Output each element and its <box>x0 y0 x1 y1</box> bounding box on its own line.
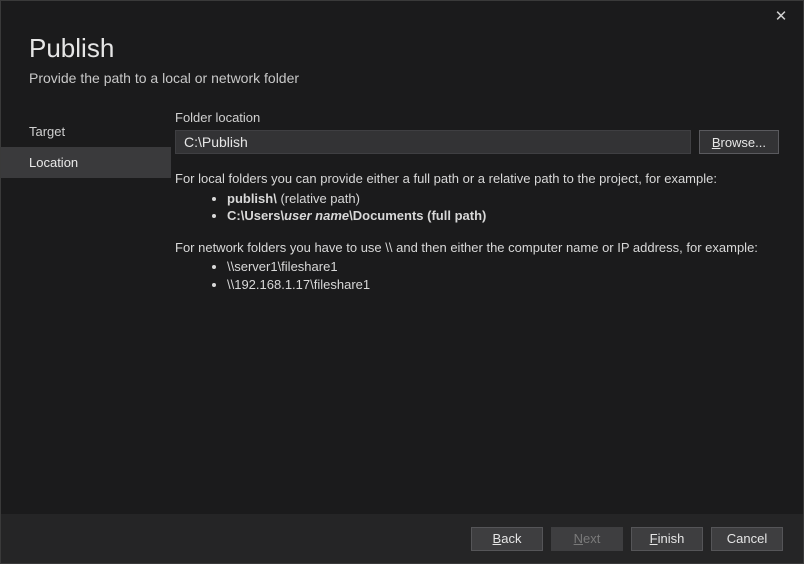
folder-location-row: Browse... <box>175 130 779 154</box>
help-rel-suffix: (relative path) <box>280 191 359 206</box>
sidebar-item-target[interactable]: Target <box>1 116 171 147</box>
dialog-subtitle: Provide the path to a local or network f… <box>29 70 775 86</box>
help-network-example-2: \\192.168.1.17\fileshare1 <box>227 276 779 294</box>
help-local-example-relative: publish\ (relative path) <box>227 190 779 208</box>
sidebar-item-label: Target <box>29 124 65 139</box>
dialog-footer: Back Next Finish Cancel <box>1 513 803 563</box>
help-network-example-1: \\server1\fileshare1 <box>227 258 779 276</box>
wizard-sidebar: Target Location <box>1 102 171 492</box>
back-button[interactable]: Back <box>471 527 543 551</box>
next-button: Next <box>551 527 623 551</box>
sidebar-item-label: Location <box>29 155 78 170</box>
help-local-intro: For local folders you can provide either… <box>175 170 779 188</box>
dialog-title: Publish <box>29 33 775 64</box>
help-network-list: \\server1\fileshare1 \\192.168.1.17\file… <box>227 258 779 293</box>
folder-location-label: Folder location <box>175 110 779 125</box>
dialog-header: Publish Provide the path to a local or n… <box>1 1 803 102</box>
browse-button[interactable]: Browse... <box>699 130 779 154</box>
sidebar-item-location[interactable]: Location <box>1 147 171 178</box>
cancel-button[interactable]: Cancel <box>711 527 783 551</box>
finish-button[interactable]: Finish <box>631 527 703 551</box>
help-local-example-full: C:\Users\user name\Documents (full path) <box>227 207 779 225</box>
help-full-user: user name <box>284 208 349 223</box>
close-icon[interactable]: ✕ <box>769 7 793 31</box>
help-full-prefix: C:\Users\ <box>227 208 284 223</box>
browse-button-rest: rowse... <box>720 135 766 150</box>
dialog-content: Target Location Folder location Browse..… <box>1 102 803 492</box>
main-panel: Folder location Browse... For local fold… <box>171 102 803 492</box>
help-full-suffix: \Documents (full path) <box>349 208 486 223</box>
folder-location-input[interactable] <box>175 130 691 154</box>
help-text-block: For local folders you can provide either… <box>175 170 779 293</box>
help-network-intro: For network folders you have to use \\ a… <box>175 239 779 257</box>
help-local-list: publish\ (relative path) C:\Users\user n… <box>227 190 779 225</box>
help-rel-prefix: publish\ <box>227 191 280 206</box>
